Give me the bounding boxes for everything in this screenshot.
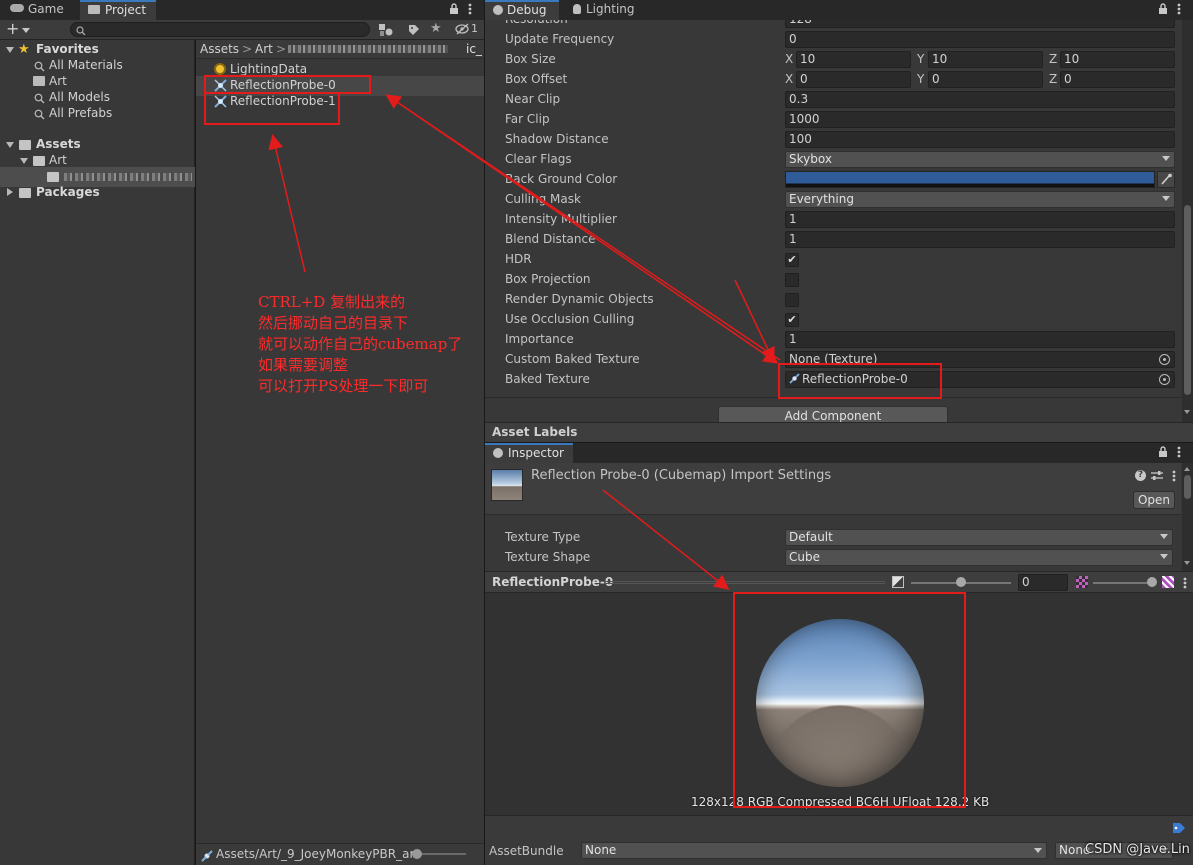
arrow-to-file-list <box>268 134 306 273</box>
annotation-note: CTRL+D 复制出来的 然后挪动自己的目录下 就可以动作自己的cubemap了… <box>258 292 462 397</box>
annotation-line: 可以打开PS处理一下即可 <box>258 377 429 395</box>
annotation-line: CTRL+D 复制出来的 <box>258 293 406 311</box>
arrow-to-preview <box>602 489 730 590</box>
annotation-arrows <box>268 94 781 590</box>
annotation-line: 然后挪动自己的目录下 <box>258 314 409 332</box>
arrow-to-baked-texture <box>734 279 775 363</box>
annotation-line: 如果需要调整 <box>258 356 349 374</box>
annotation-line: 就可以动作自己的cubemap了 <box>258 335 463 353</box>
